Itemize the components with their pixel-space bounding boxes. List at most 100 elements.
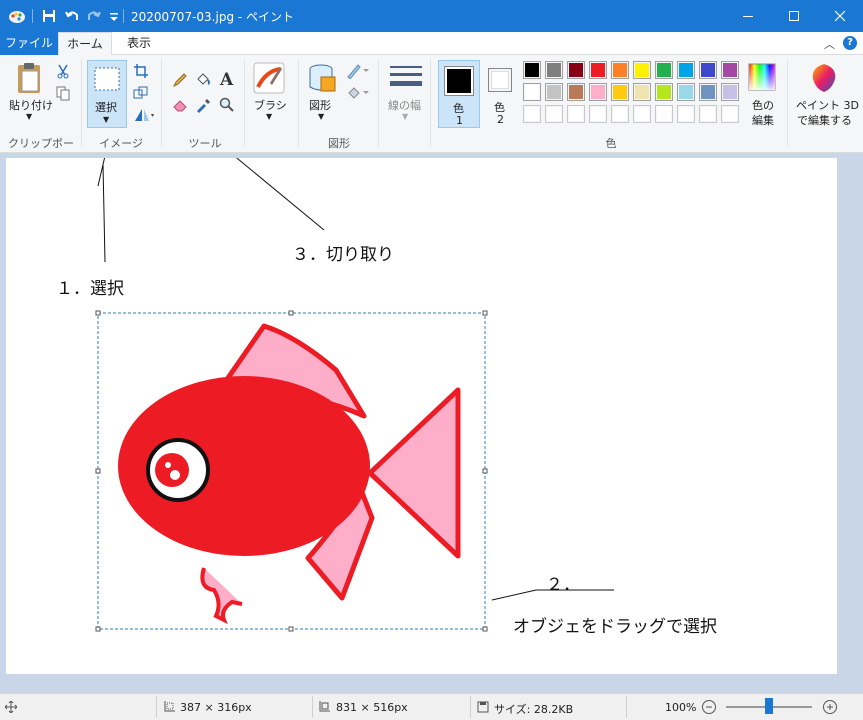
palette-swatch-color xyxy=(525,85,539,99)
rotate-icon[interactable] xyxy=(133,107,155,123)
palette-swatch[interactable] xyxy=(611,61,629,79)
edit-colors-label-2[interactable]: 編集 xyxy=(752,112,774,128)
image-size: 831 × 516px xyxy=(336,701,408,714)
palette-swatch-color xyxy=(613,85,627,99)
tab-view[interactable]: 表示 xyxy=(116,32,162,55)
paste-dropdown-arrow-icon[interactable]: ▼ xyxy=(26,112,32,121)
outline-icon[interactable] xyxy=(346,63,370,79)
paint3d-icon[interactable] xyxy=(810,63,838,93)
redo-icon[interactable] xyxy=(85,7,103,25)
fill-icon[interactable] xyxy=(346,85,370,101)
palette-swatch[interactable] xyxy=(721,83,739,101)
line-width-dropdown-arrow-icon[interactable]: ▼ xyxy=(402,112,408,121)
customize-quick-access-icon[interactable] xyxy=(105,7,123,25)
cut-icon[interactable] xyxy=(55,63,71,79)
brushes-dropdown-arrow-icon[interactable]: ▼ xyxy=(266,112,272,121)
collapse-ribbon-icon[interactable]: ︿ xyxy=(824,36,835,52)
palette-swatch[interactable] xyxy=(545,61,563,79)
edit-colors-label-1[interactable]: 色の xyxy=(752,97,774,113)
tab-file[interactable]: ファイル xyxy=(0,32,58,55)
brushes-button[interactable]: ブラシ xyxy=(254,97,287,113)
undo-icon[interactable] xyxy=(63,7,81,25)
palette-swatch[interactable] xyxy=(611,105,629,123)
palette-swatch[interactable] xyxy=(633,83,651,101)
workspace: １．選択 ３．切り取り ２． オブジェをドラッグで選択 xyxy=(0,153,863,693)
annotation-select: １．選択 xyxy=(56,279,124,299)
resize-icon[interactable] xyxy=(133,85,149,101)
paste-button[interactable]: 貼り付け xyxy=(9,97,53,113)
palette-swatch[interactable] xyxy=(545,83,563,101)
palette-swatch-color xyxy=(723,63,737,77)
eraser-icon[interactable] xyxy=(172,97,188,113)
palette-swatch-color xyxy=(591,63,605,77)
palette-swatch[interactable] xyxy=(655,61,673,79)
leader-line-select xyxy=(102,163,106,263)
palette-swatch-color xyxy=(679,107,693,121)
status-separator xyxy=(312,696,313,718)
image-size-icon xyxy=(319,701,330,712)
crop-icon[interactable] xyxy=(133,63,149,79)
text-icon[interactable]: A xyxy=(219,70,235,88)
palette-swatch[interactable] xyxy=(523,61,541,79)
fill-bucket-icon[interactable] xyxy=(195,71,211,87)
color2-swatch-frame[interactable] xyxy=(488,68,512,92)
zoom-slider-thumb[interactable] xyxy=(765,698,773,714)
line-width-icon[interactable] xyxy=(389,63,423,91)
shapes-dropdown-arrow-icon[interactable]: ▼ xyxy=(318,112,324,121)
palette-swatch[interactable] xyxy=(677,83,695,101)
tab-home[interactable]: ホーム xyxy=(58,32,112,56)
edit-with-paint3d-label-2[interactable]: で編集する xyxy=(797,112,852,128)
palette-swatch[interactable] xyxy=(721,105,739,123)
palette-swatch[interactable] xyxy=(567,105,585,123)
edit-colors-icon[interactable] xyxy=(748,63,776,91)
palette-swatch[interactable] xyxy=(633,61,651,79)
paint-app-icon[interactable] xyxy=(8,8,26,24)
palette-swatch[interactable] xyxy=(655,105,673,123)
status-separator xyxy=(156,696,157,718)
shapes-icon[interactable] xyxy=(305,61,339,95)
palette-swatch-color xyxy=(547,107,561,121)
palette-swatch[interactable] xyxy=(699,105,717,123)
palette-swatch[interactable] xyxy=(721,61,739,79)
palette-swatch[interactable] xyxy=(589,105,607,123)
palette-swatch[interactable] xyxy=(545,105,563,123)
close-button[interactable] xyxy=(817,0,863,32)
palette-swatch[interactable] xyxy=(611,83,629,101)
palette-swatch[interactable] xyxy=(589,61,607,79)
drawing-canvas[interactable]: １．選択 ３．切り取り ２． オブジェをドラッグで選択 xyxy=(6,158,837,674)
fish-eye-highlight-small xyxy=(165,462,171,468)
title-bar: 20200707-03.jpg - ペイント xyxy=(0,0,863,32)
color2-number: 2 xyxy=(497,113,504,126)
palette-swatch[interactable] xyxy=(589,83,607,101)
palette-swatch[interactable] xyxy=(677,61,695,79)
maximize-button[interactable] xyxy=(771,0,817,32)
minimize-button[interactable] xyxy=(725,0,771,32)
palette-swatch[interactable] xyxy=(655,83,673,101)
palette-swatch[interactable] xyxy=(567,83,585,101)
palette-swatch[interactable] xyxy=(633,105,651,123)
palette-swatch-color xyxy=(613,107,627,121)
palette-swatch[interactable] xyxy=(699,83,717,101)
copy-icon[interactable] xyxy=(55,85,71,101)
brushes-icon[interactable] xyxy=(252,61,286,95)
select-button[interactable]: 選択 ▼ xyxy=(87,60,127,128)
magnifier-icon[interactable] xyxy=(219,97,235,113)
pencil-icon[interactable] xyxy=(172,72,188,88)
shapes-button[interactable]: 図形 xyxy=(309,97,331,113)
palette-swatch[interactable] xyxy=(567,61,585,79)
palette-swatch[interactable] xyxy=(523,83,541,101)
palette-swatch[interactable] xyxy=(699,61,717,79)
help-icon[interactable]: ? xyxy=(843,36,857,50)
save-icon[interactable] xyxy=(40,7,58,25)
fish-tail xyxy=(367,387,461,559)
zoom-in-icon[interactable] xyxy=(822,699,838,715)
color1-button[interactable]: 色 1 xyxy=(438,60,480,128)
edit-with-paint3d-label-1[interactable]: ペイント 3D xyxy=(796,97,859,113)
zoom-out-icon[interactable] xyxy=(701,699,717,715)
color-picker-icon[interactable] xyxy=(195,97,211,113)
status-separator xyxy=(470,696,471,718)
line-width-button[interactable]: 線の幅 xyxy=(388,97,421,113)
paste-icon[interactable] xyxy=(14,61,46,95)
palette-swatch[interactable] xyxy=(523,105,541,123)
palette-swatch[interactable] xyxy=(677,105,695,123)
